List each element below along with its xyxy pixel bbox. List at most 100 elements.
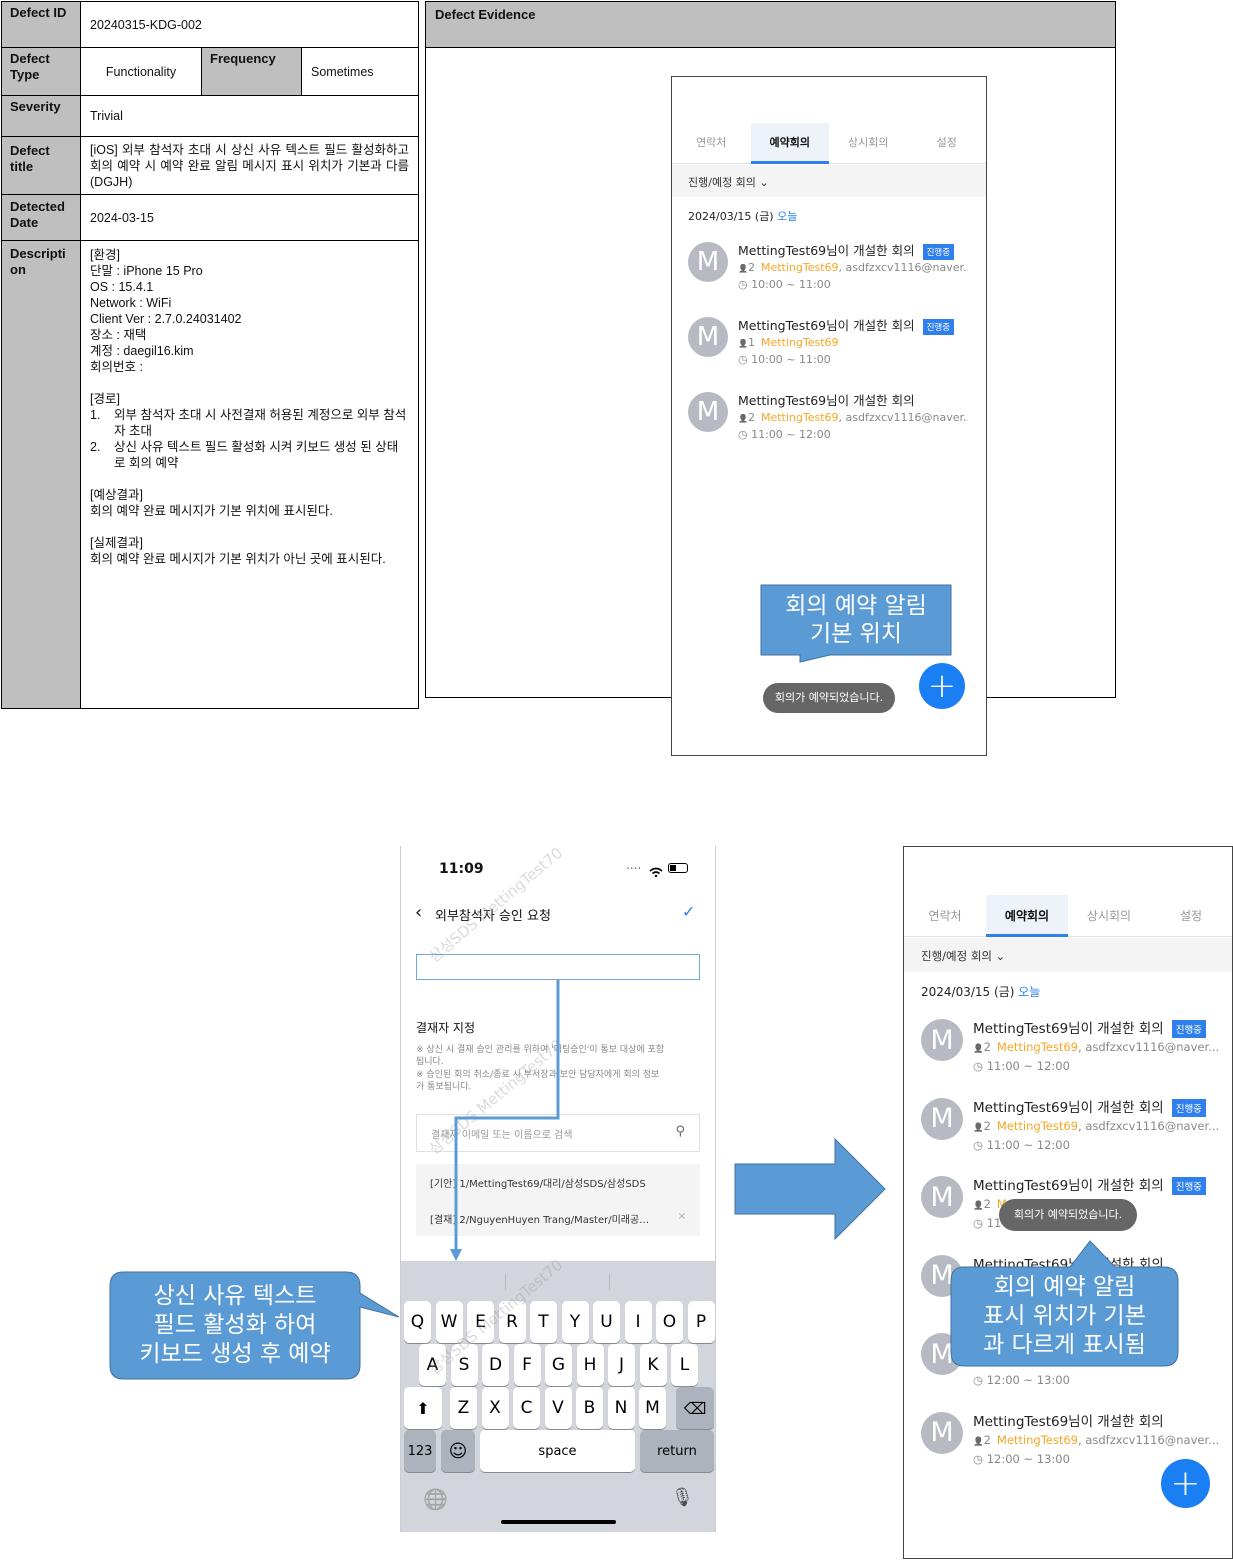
meeting-title: MettingTest69님이 개설한 회의 진행중	[973, 1017, 1206, 1038]
key-e[interactable]: E	[467, 1301, 494, 1343]
battery-icon	[668, 863, 688, 873]
callout-default-position: 회의 예약 알림 기본 위치	[785, 593, 927, 647]
key-q[interactable]: Q	[404, 1301, 431, 1343]
expected-header: [예상결과]	[90, 488, 143, 502]
tab-standing-meetings[interactable]: 상시회의	[829, 123, 908, 163]
tab-settings[interactable]: 설정	[908, 123, 987, 163]
confirm-check-icon[interactable]: ✓	[682, 902, 695, 921]
tab-reserved-meetings[interactable]: 예약회의	[986, 895, 1068, 937]
meeting-item[interactable]: M MettingTest69님이 개설한 회의 진행중 👤1 MettingTest6…	[672, 317, 986, 392]
delete-key[interactable]: ⌫	[676, 1387, 714, 1429]
status-badge: 진행중	[1171, 1098, 1206, 1117]
key-f[interactable]: F	[513, 1344, 541, 1386]
globe-icon[interactable]: 🌐	[423, 1487, 448, 1511]
key-x[interactable]: X	[481, 1387, 509, 1429]
key-u[interactable]: U	[593, 1301, 620, 1343]
avatar: M	[688, 317, 728, 357]
add-meeting-button[interactable]: +	[919, 663, 965, 709]
remove-approver-icon[interactable]: ×	[678, 1211, 686, 1222]
key-h[interactable]: H	[576, 1344, 604, 1386]
numbers-key[interactable]: 123	[404, 1430, 436, 1472]
key-d[interactable]: D	[482, 1344, 509, 1386]
actual-result: 회의 예약 완료 메시지가 기본 위치가 아닌 곳에 표시된다.	[90, 552, 386, 566]
space-key[interactable]: space	[480, 1430, 635, 1472]
ios-keyboard: Q W E R T Y U I O P A S D F G H J K L ⬆ Z X C V B N M ⌫ 123 ☺ space ret…	[401, 1261, 715, 1532]
tab-contacts[interactable]: 연락처	[904, 895, 986, 936]
participants-line: 👤2 MettingTest69, asdfzxcv1116@naver....	[738, 411, 968, 424]
add-meeting-button[interactable]: +	[1161, 1459, 1210, 1508]
meeting-item[interactable]: M MettingTest69님이 개설한 회의 진행중 👤2 MettingTest6…	[672, 242, 986, 317]
meeting-title: MettingTest69님이 개설한 회의 진행중	[738, 240, 955, 260]
flow-arrow-line	[450, 980, 560, 1261]
wifi-icon	[649, 862, 663, 878]
meeting-item[interactable]: M MettingTest69님이 개설한 회의 진행중 👤2 MettingTest6…	[904, 1097, 1232, 1177]
key-m[interactable]: M	[639, 1387, 666, 1429]
participants-line: 👤1 MettingTest69	[738, 336, 839, 349]
participants-line: 👤2 MettingTest69, asdfzxcv1116@naver....	[973, 1118, 1218, 1133]
emoji-key[interactable]: ☺	[441, 1430, 475, 1472]
key-a[interactable]: A	[419, 1344, 446, 1386]
meeting-time: ◷ 11:00 ~ 12:00	[973, 1137, 1070, 1152]
value-defect-title: [iOS] 외부 참석자 초대 시 상신 사유 텍스트 필드 활성화하고 회의 …	[79, 136, 420, 195]
tab-contacts[interactable]: 연락처	[672, 123, 751, 163]
key-y[interactable]: Y	[561, 1301, 589, 1343]
app-tabs: 연락처 예약회의 상시회의 설정	[672, 123, 986, 164]
key-j[interactable]: J	[608, 1344, 635, 1386]
key-v[interactable]: V	[544, 1387, 572, 1429]
microphone-icon[interactable]: 🎙	[671, 1487, 694, 1508]
defect-report-table: Defect ID 20240315-KDG-002 Defect Type F…	[1, 1, 420, 709]
return-key[interactable]: return	[640, 1430, 714, 1472]
tab-reserved-meetings[interactable]: 예약회의	[750, 123, 829, 164]
nav-title: 외부참석자 승인 요청	[435, 909, 551, 924]
environment-line: 계정 : daegil16.kim	[90, 344, 194, 358]
value-defect-type: Functionality	[80, 47, 202, 96]
person-icon: 👤	[738, 339, 748, 348]
filter-dropdown[interactable]: 진행/예정 회의 ⌄	[672, 165, 986, 197]
environment-line: Network : WiFi	[90, 296, 172, 310]
person-icon: 👤	[738, 414, 748, 423]
key-p[interactable]: P	[687, 1301, 715, 1343]
callout-keyboard: 상신 사유 텍스트 필드 활성화 하여 키보드 생성 후 예약	[139, 1283, 331, 1367]
status-time: 11:09	[439, 861, 484, 877]
key-z[interactable]: Z	[450, 1387, 477, 1429]
evidence-title: Defect Evidence	[426, 2, 1115, 48]
tab-settings[interactable]: 설정	[1150, 895, 1232, 936]
step-2: 2. 상신 사유 텍스트 필드 활성화 시켜 키보드 생성 된 상태로 회의 예약	[90, 440, 399, 470]
avatar: M	[921, 1097, 963, 1140]
meeting-title: MettingTest69님이 개설한 회의 진행중	[738, 315, 955, 335]
key-c[interactable]: C	[513, 1387, 540, 1429]
callout-wrong-position: 회의 예약 알림 표시 위치가 기본 과 다르게 표시됨	[983, 1274, 1146, 1358]
participants-line: 👤2 MettingTest69, asdfzxcv1116@naver....	[973, 1040, 1218, 1054]
value-severity: Trivial	[79, 95, 420, 137]
label-defect-title: Defect title	[1, 136, 81, 195]
key-k[interactable]: K	[639, 1344, 667, 1386]
person-icon: 👤	[738, 264, 748, 273]
date-header: 2024/03/15 (금) 오늘	[688, 210, 798, 223]
status-badge: 진행중	[922, 243, 955, 260]
back-chevron-icon[interactable]: ‹	[415, 902, 422, 923]
person-icon: 👤	[973, 1044, 984, 1054]
label-defect-id: Defect ID	[1, 1, 81, 48]
tab-standing-meetings[interactable]: 상시회의	[1068, 895, 1150, 936]
environment-block: [환경] 단말 : iPhone 15 Pro OS : 15.4.1 Network…	[90, 247, 409, 375]
shift-key[interactable]: ⬆	[404, 1387, 442, 1429]
key-l[interactable]: L	[671, 1344, 698, 1386]
filter-dropdown[interactable]: 진행/예정 회의 ⌄	[904, 938, 1232, 972]
status-badge: 진행중	[1171, 1177, 1206, 1195]
meeting-time: ◷ 12:00 ~ 13:00	[973, 1451, 1070, 1466]
key-o[interactable]: O	[656, 1301, 683, 1343]
clock-icon: ◷	[738, 353, 752, 366]
key-t[interactable]: T	[530, 1301, 557, 1343]
actual-header: [실제결과]	[90, 536, 143, 550]
key-b[interactable]: B	[576, 1387, 603, 1429]
key-g[interactable]: G	[545, 1344, 572, 1386]
meeting-item[interactable]: M MettingTest69님이 개설한 회의 진행중 👤2 MettingTest6…	[904, 1019, 1232, 1098]
meeting-item[interactable]: M MettingTest69님이 개설한 회의 👤2 MettingTest69, …	[672, 392, 986, 467]
avatar: M	[921, 1176, 963, 1218]
key-s[interactable]: S	[450, 1344, 478, 1386]
key-w[interactable]: W	[435, 1301, 463, 1343]
key-r[interactable]: R	[498, 1301, 526, 1343]
status-signal: ....	[626, 858, 642, 872]
key-i[interactable]: I	[624, 1301, 652, 1343]
key-n[interactable]: N	[607, 1387, 635, 1429]
